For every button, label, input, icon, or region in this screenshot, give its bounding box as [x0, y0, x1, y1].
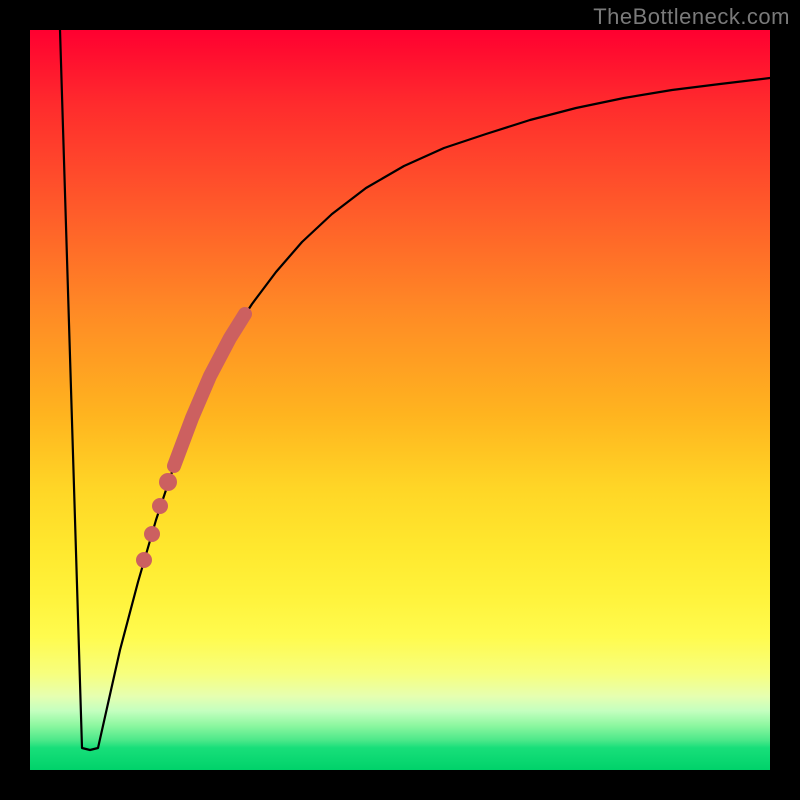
watermark-text: TheBottleneck.com	[593, 4, 790, 30]
plot-area	[30, 30, 770, 770]
bottleneck-curve	[60, 30, 770, 750]
chart-frame: TheBottleneck.com	[0, 0, 800, 800]
highlight-segment	[174, 314, 245, 466]
highlight-dot	[144, 526, 160, 542]
highlight-dot	[159, 473, 177, 491]
highlight-dot	[136, 552, 152, 568]
highlight-dot	[152, 498, 168, 514]
curve-layer	[30, 30, 770, 770]
